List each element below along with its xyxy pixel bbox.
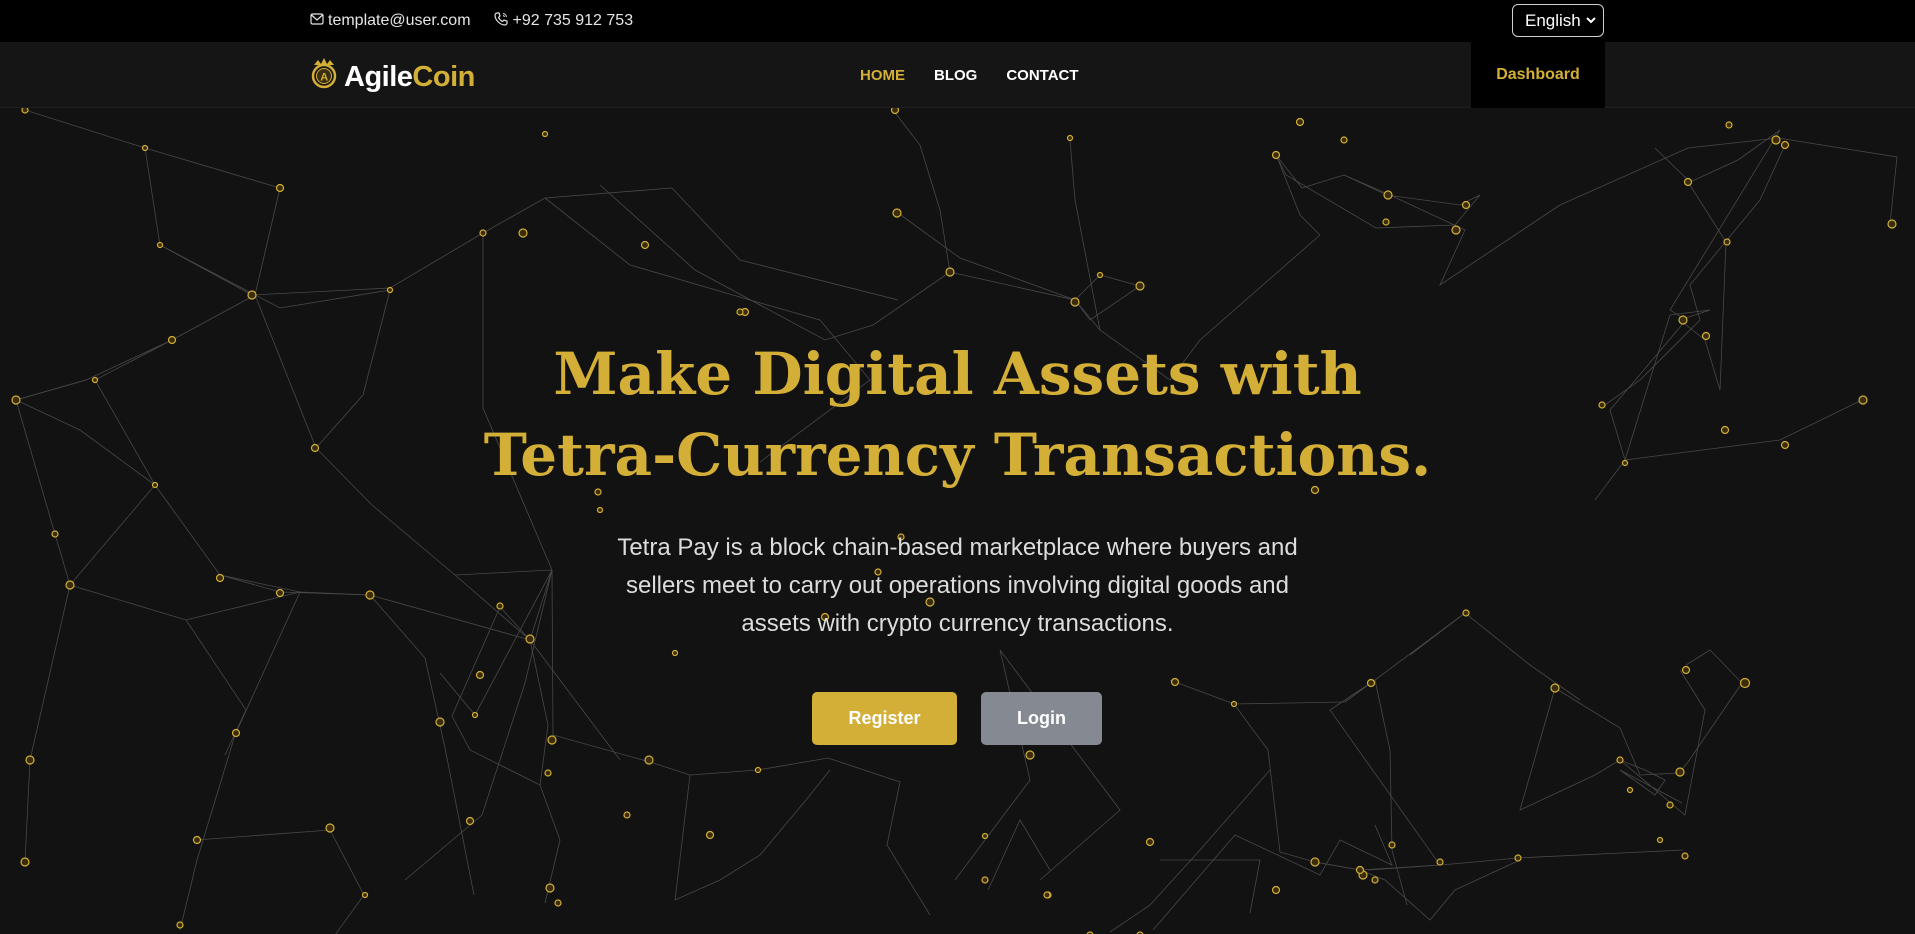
hero-title-line-2: Tetra-Currency Transactions. xyxy=(483,421,1432,489)
phone-contact[interactable]: +92 735 912 753 xyxy=(493,11,634,32)
register-button[interactable]: Register xyxy=(812,692,957,745)
language-selected: English xyxy=(1525,10,1581,30)
logo-text-coin: Coin xyxy=(412,60,475,93)
nav-link-contact[interactable]: CONTACT xyxy=(1006,67,1078,84)
chevron-down-icon xyxy=(1586,15,1596,27)
logo-text-agile: Agile xyxy=(344,60,413,93)
site-logo[interactable]: A Agile Coin xyxy=(309,56,475,98)
envelope-icon xyxy=(310,12,324,30)
svg-text:A: A xyxy=(320,72,328,84)
hero-subtitle: Tetra Pay is a block chain-based marketp… xyxy=(617,534,1298,637)
nav-link-home[interactable]: HOME xyxy=(860,67,905,84)
coin-emblem-icon: A xyxy=(309,56,339,98)
email-text: template@user.com xyxy=(328,12,471,29)
phone-icon xyxy=(493,11,509,32)
nav-link-blog[interactable]: BLOG xyxy=(934,67,977,84)
contact-info: template@user.com +92 735 912 753 xyxy=(310,0,633,42)
dashboard-button[interactable]: Dashboard xyxy=(1471,42,1605,108)
language-select[interactable]: English xyxy=(1512,4,1604,37)
hero-title-line-1: Make Digital Assets with xyxy=(553,340,1362,408)
top-contact-bar: template@user.com +92 735 912 753 Englis… xyxy=(0,0,1915,42)
phone-text: +92 735 912 753 xyxy=(512,12,634,29)
nav-links: HOME BLOG CONTACT xyxy=(860,42,1079,108)
hero-section: Make Digital Assets with Tetra-Currency … xyxy=(0,108,1915,934)
email-contact[interactable]: template@user.com xyxy=(310,12,471,30)
hero-title: Make Digital Assets with Tetra-Currency … xyxy=(400,334,1515,496)
login-button[interactable]: Login xyxy=(981,692,1102,745)
main-navbar: A Agile Coin HOME BLOG CONTACT Dashboard xyxy=(0,42,1915,108)
